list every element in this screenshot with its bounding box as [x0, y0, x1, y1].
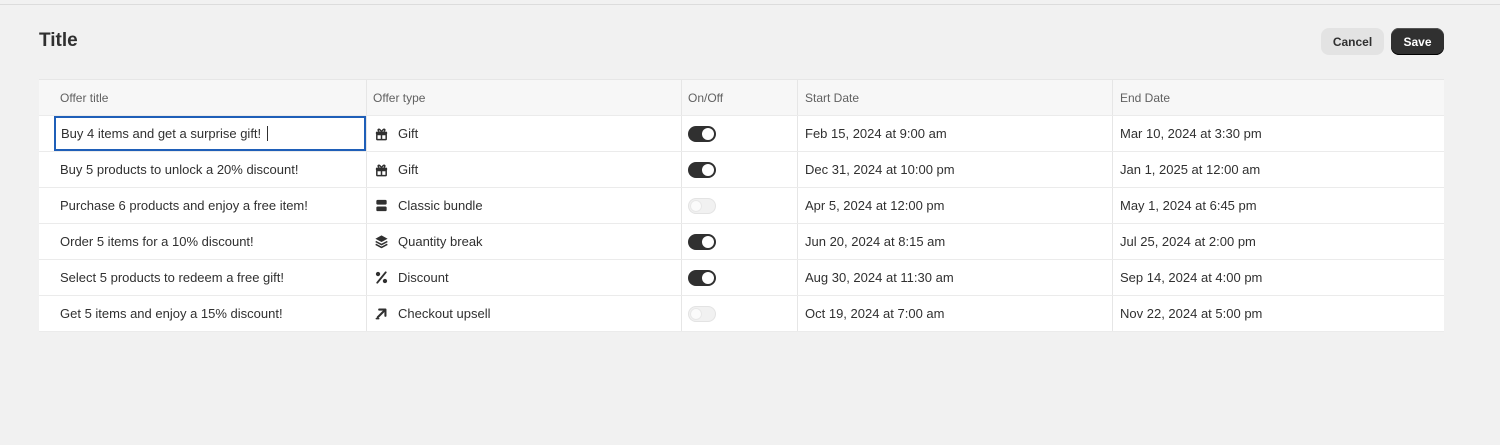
toggle-knob [702, 271, 714, 284]
offer-type-cell[interactable]: Checkout upsell [366, 296, 681, 331]
start-date-cell[interactable]: Jun 20, 2024 at 8:15 am [797, 224, 1112, 259]
offer-type-cell[interactable]: Quantity break [366, 224, 681, 259]
column-header-offer-title[interactable]: Offer title [39, 80, 366, 115]
offer-type-cell[interactable]: Gift [366, 116, 681, 151]
start-date-cell[interactable]: Apr 5, 2024 at 12:00 pm [797, 188, 1112, 223]
on-off-cell [681, 152, 797, 187]
page-title: Title [39, 30, 78, 51]
percent-icon [373, 270, 389, 286]
toggle-knob [702, 163, 714, 176]
offer-type-label: Gift [398, 162, 419, 177]
table-header-row: Offer title Offer type On/Off Start Date… [39, 80, 1444, 116]
end-date-cell[interactable]: Jul 25, 2024 at 2:00 pm [1112, 224, 1444, 259]
cancel-button[interactable]: Cancel [1321, 28, 1384, 55]
end-date-cell[interactable]: May 1, 2024 at 6:45 pm [1112, 188, 1444, 223]
offer-type-cell[interactable]: Gift [366, 152, 681, 187]
gift-icon [373, 126, 389, 142]
offer-title-cell[interactable]: Get 5 items and enjoy a 15% discount! [39, 296, 366, 331]
save-button[interactable]: Save [1391, 28, 1444, 55]
start-date-cell[interactable]: Oct 19, 2024 at 7:00 am [797, 296, 1112, 331]
offer-title-cell[interactable]: Select 5 products to redeem a free gift! [39, 260, 366, 295]
on-off-cell [681, 260, 797, 295]
start-date-cell[interactable]: Dec 31, 2024 at 10:00 pm [797, 152, 1112, 187]
on-off-cell [681, 224, 797, 259]
bundle-icon [373, 198, 389, 214]
offer-title-cell[interactable]: Buy 5 products to unlock a 20% discount! [39, 152, 366, 187]
toggle-knob [690, 199, 702, 212]
top-divider [0, 4, 1500, 5]
arrow-up-right-icon [373, 306, 389, 322]
column-header-on-off[interactable]: On/Off [681, 80, 797, 115]
start-date-cell[interactable]: Feb 15, 2024 at 9:00 am [797, 116, 1112, 151]
offer-type-cell[interactable]: Discount [366, 260, 681, 295]
offer-type-label: Classic bundle [398, 198, 483, 213]
offer-toggle[interactable] [688, 305, 716, 322]
table-row: Buy 5 products to unlock a 20% discount!… [39, 152, 1444, 188]
offer-toggle[interactable] [688, 125, 716, 142]
table-row: Get 5 items and enjoy a 15% discount! Ch… [39, 296, 1444, 332]
offer-type-cell[interactable]: Classic bundle [366, 188, 681, 223]
offer-title-cell[interactable]: Purchase 6 products and enjoy a free ite… [39, 188, 366, 223]
on-off-cell [681, 296, 797, 331]
offers-table: Offer title Offer type On/Off Start Date… [39, 79, 1444, 332]
toggle-knob [702, 127, 714, 140]
table-row: Select 5 products to redeem a free gift!… [39, 260, 1444, 296]
page-header: Title Cancel Save [39, 28, 1444, 56]
end-date-cell[interactable]: Nov 22, 2024 at 5:00 pm [1112, 296, 1444, 331]
end-date-cell[interactable]: Sep 14, 2024 at 4:00 pm [1112, 260, 1444, 295]
on-off-cell [681, 116, 797, 151]
offer-toggle[interactable] [688, 269, 716, 286]
table-row: Purchase 6 products and enjoy a free ite… [39, 188, 1444, 224]
offer-type-label: Checkout upsell [398, 306, 491, 321]
on-off-cell [681, 188, 797, 223]
gift-icon [373, 162, 389, 178]
start-date-cell[interactable]: Aug 30, 2024 at 11:30 am [797, 260, 1112, 295]
table-row: Order 5 items for a 10% discount! Quanti… [39, 224, 1444, 260]
offer-title-cell[interactable]: Buy 4 items and get a surprise gift! [39, 116, 366, 151]
end-date-cell[interactable]: Jan 1, 2025 at 12:00 am [1112, 152, 1444, 187]
offer-type-label: Quantity break [398, 234, 483, 249]
offer-type-label: Discount [398, 270, 449, 285]
offer-title-cell[interactable]: Order 5 items for a 10% discount! [39, 224, 366, 259]
end-date-cell[interactable]: Mar 10, 2024 at 3:30 pm [1112, 116, 1444, 151]
column-header-end-date[interactable]: End Date [1112, 80, 1444, 115]
offer-toggle[interactable] [688, 197, 716, 214]
toggle-knob [702, 235, 714, 248]
offer-toggle[interactable] [688, 161, 716, 178]
offer-type-label: Gift [398, 126, 419, 141]
layers-icon [373, 234, 389, 250]
offer-toggle[interactable] [688, 233, 716, 250]
column-header-start-date[interactable]: Start Date [797, 80, 1112, 115]
offer-title-input[interactable]: Buy 4 items and get a surprise gift! [54, 116, 366, 151]
text-caret [267, 126, 269, 141]
offer-title-input-value: Buy 4 items and get a surprise gift! [61, 126, 262, 141]
column-header-offer-type[interactable]: Offer type [366, 80, 681, 115]
toggle-knob [690, 307, 702, 320]
table-row: Buy 4 items and get a surprise gift! Gif… [39, 116, 1444, 152]
